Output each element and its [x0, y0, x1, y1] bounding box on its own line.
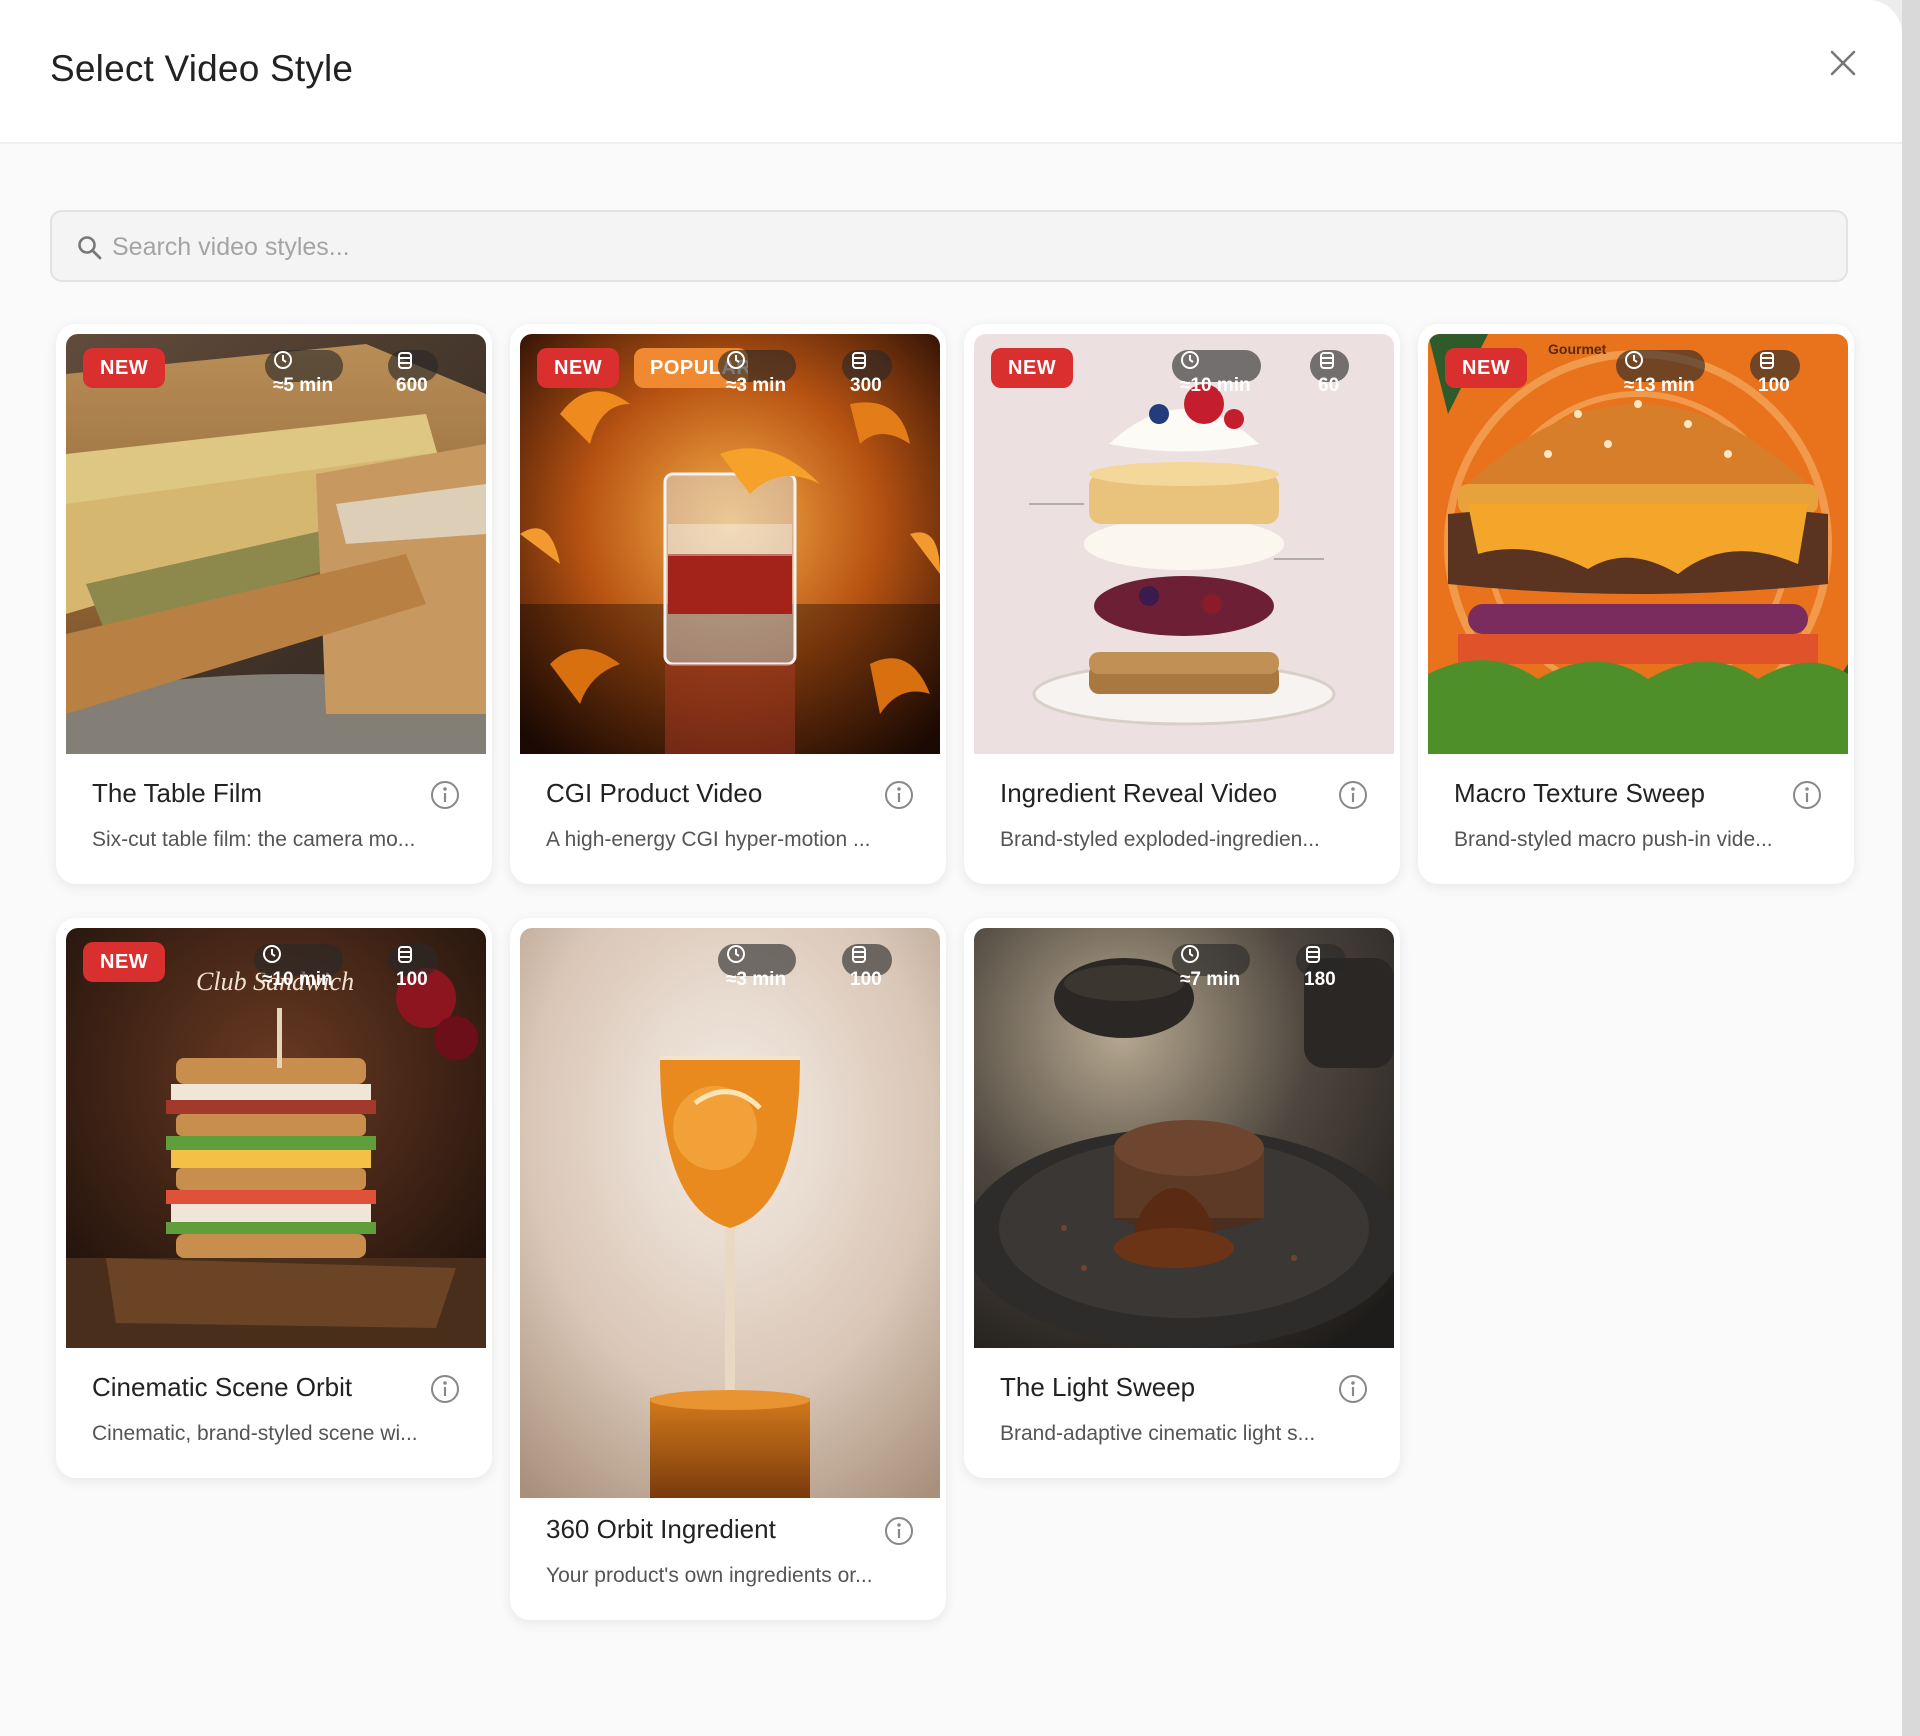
new-badge: NEW: [537, 348, 620, 388]
style-thumbnail: Gourmet NEW ≈13 min 100: [1428, 334, 1848, 754]
modal-header: Select Video Style: [0, 0, 1902, 144]
duration-value: ≈10 min: [1180, 375, 1251, 396]
card-title: The Light Sweep: [1000, 1372, 1196, 1402]
credits-pill: 100: [842, 944, 892, 990]
modal-backdrop[interactable]: [1902, 0, 1920, 1736]
credits-value: 100: [850, 969, 882, 990]
duration-pill: ≈10 min: [254, 944, 343, 990]
coin-stack-icon: [852, 352, 866, 369]
credits-value: 60: [1318, 375, 1340, 396]
card-description: Your product's own ingredients or...: [546, 1564, 873, 1587]
duration-value: ≈5 min: [273, 375, 334, 396]
select-video-style-dialog: Select Video Style Search video styles..…: [0, 0, 1902, 1736]
card-title: Ingredient Reveal Video: [1000, 778, 1278, 808]
card-description: Brand-styled exploded-ingredien...: [1000, 828, 1320, 851]
clock-icon: [727, 351, 745, 369]
duration-value: ≈10 min: [262, 969, 333, 990]
duration-value: ≈13 min: [1624, 375, 1695, 396]
style-card-cgi-product[interactable]: NEW POPULAR ≈3 min 300 CGI Product Video…: [510, 324, 946, 884]
card-title: Macro Texture Sweep: [1454, 778, 1705, 808]
style-thumbnail: NEW POPULAR ≈3 min 300: [520, 334, 940, 754]
close-button[interactable]: [1820, 40, 1866, 86]
duration-pill: ≈7 min: [1172, 944, 1251, 990]
credits-value: 100: [396, 969, 428, 990]
credits-pill: 60: [1310, 350, 1350, 396]
credits-value: 600: [396, 375, 428, 396]
coin-stack-icon: [852, 946, 866, 963]
credits-pill: 100: [388, 944, 438, 990]
style-thumbnail: ≈3 min 100: [520, 928, 940, 1498]
clock-icon: [274, 351, 292, 369]
style-card-cinematic-orbit[interactable]: Club Sandwich NEW ≈10 min 100 Cinematic …: [56, 918, 492, 1478]
search-icon: [78, 236, 102, 260]
clock-icon: [1181, 351, 1199, 369]
new-badge: NEW: [1445, 348, 1528, 388]
info-icon[interactable]: [884, 780, 914, 810]
credits-value: 180: [1304, 969, 1336, 990]
card-description: A high-energy CGI hyper-motion ...: [546, 828, 871, 851]
duration-value: ≈3 min: [726, 969, 787, 990]
modal-title: Select Video Style: [50, 48, 354, 89]
credits-value: 100: [1758, 375, 1790, 396]
card-title: 360 Orbit Ingredient: [546, 1514, 776, 1544]
clock-icon: [1625, 351, 1643, 369]
credits-value: 300: [850, 375, 882, 396]
close-icon: [1830, 50, 1856, 76]
duration-value: ≈7 min: [1180, 969, 1241, 990]
coin-stack-icon: [398, 352, 412, 369]
duration-pill: ≈5 min: [265, 350, 344, 396]
style-thumbnail: NEW ≈10 min 60: [974, 334, 1394, 754]
info-icon[interactable]: [430, 780, 460, 810]
info-icon[interactable]: [1338, 780, 1368, 810]
search-input[interactable]: [110, 220, 1814, 274]
card-title: The Table Film: [92, 778, 263, 808]
new-badge: NEW: [83, 348, 166, 388]
duration-value: ≈3 min: [726, 375, 787, 396]
card-description: Brand-styled macro push-in vide...: [1454, 828, 1773, 851]
style-thumbnail: ≈7 min 180: [974, 928, 1394, 1348]
credits-pill: 180: [1296, 944, 1346, 990]
new-badge: NEW: [991, 348, 1074, 388]
credits-pill: 100: [1750, 350, 1800, 396]
info-icon[interactable]: [1338, 1374, 1368, 1404]
duration-pill: ≈3 min: [718, 350, 797, 396]
card-title: Cinematic Scene Orbit: [92, 1372, 353, 1402]
card-description: Brand-adaptive cinematic light s...: [1000, 1422, 1316, 1445]
card-description: Cinematic, brand-styled scene wi...: [92, 1422, 418, 1445]
new-badge: NEW: [83, 942, 166, 982]
info-icon[interactable]: [430, 1374, 460, 1404]
info-icon[interactable]: [1792, 780, 1822, 810]
style-card-macro-texture[interactable]: Gourmet NEW ≈13 min 100 Macro Texture Sw…: [1418, 324, 1854, 884]
style-card-table-film[interactable]: NEW ≈5 min 600 The Table Film Six-cut ta…: [56, 324, 492, 884]
duration-pill: ≈3 min: [718, 944, 797, 990]
coin-stack-icon: [1320, 352, 1334, 369]
card-description: Six-cut table film: the camera mo...: [92, 828, 416, 851]
style-card-ingredient-reveal[interactable]: NEW ≈10 min 60 Ingredient Reveal Video B…: [964, 324, 1400, 884]
coin-stack-icon: [1760, 352, 1774, 369]
duration-pill: ≈10 min: [1172, 350, 1261, 396]
credits-pill: 600: [388, 350, 438, 396]
card-title: CGI Product Video: [546, 778, 763, 808]
info-icon[interactable]: [884, 1516, 914, 1546]
clock-icon: [727, 945, 745, 963]
style-card-360-orbit[interactable]: ≈3 min 100 360 Orbit Ingredient Your pro…: [510, 918, 946, 1620]
credits-pill: 300: [842, 350, 892, 396]
style-thumbnail: NEW ≈5 min 600: [66, 334, 486, 754]
coin-stack-icon: [1306, 946, 1320, 963]
clock-icon: [1181, 945, 1199, 963]
clock-icon: [263, 945, 281, 963]
style-card-light-sweep[interactable]: ≈7 min 180 The Light Sweep Brand-adaptiv…: [964, 918, 1400, 1478]
duration-pill: ≈13 min: [1616, 350, 1705, 396]
style-thumbnail: Club Sandwich NEW ≈10 min 100: [66, 928, 486, 1348]
image-caption: Gourmet: [1548, 341, 1607, 357]
search-box[interactable]: [50, 210, 1848, 282]
coin-stack-icon: [398, 946, 412, 963]
